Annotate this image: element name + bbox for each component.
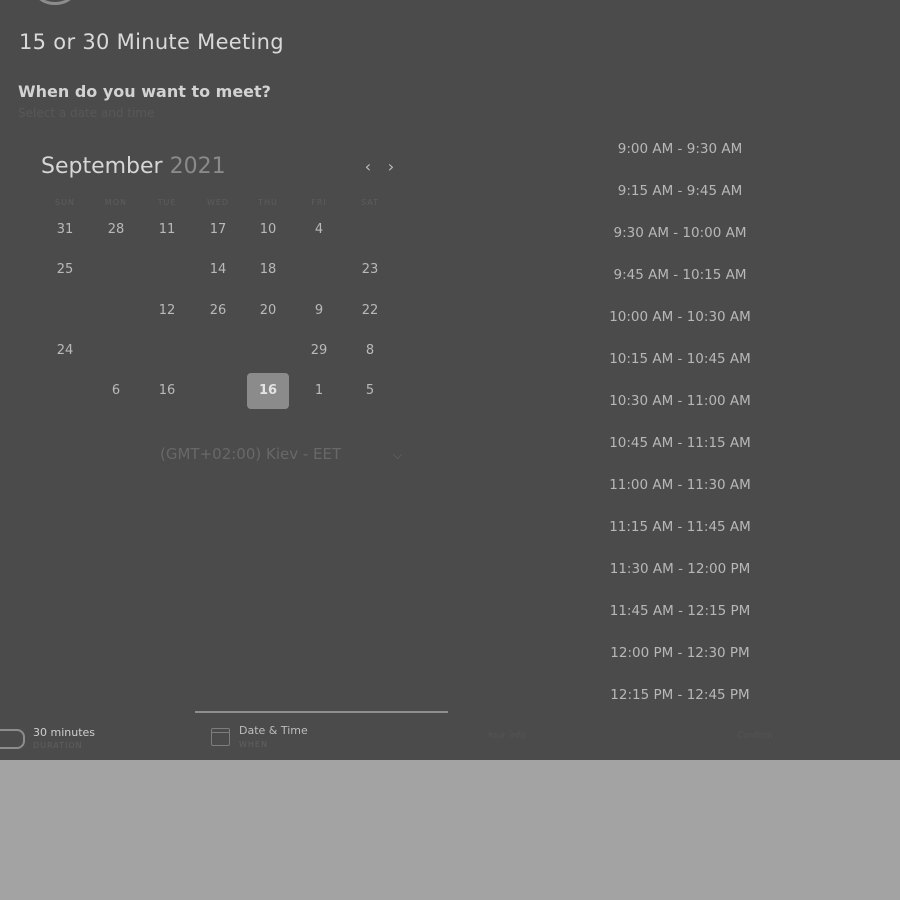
next-month-button[interactable]: › [382, 156, 400, 178]
prev-month-button[interactable]: ‹ [359, 156, 377, 178]
calendar-day[interactable]: 6 [95, 373, 137, 409]
dow-label: WED [206, 198, 230, 207]
confirm-step-label: Confirm [737, 731, 773, 741]
date-time-step-sub: WHEN [239, 740, 268, 749]
time-slot-button[interactable]: 9:45 AM - 10:15 AM [580, 267, 780, 283]
time-slot-button[interactable]: 11:45 AM - 12:15 PM [580, 603, 780, 619]
calendar-day-selected[interactable]: 16 [247, 373, 289, 409]
date-time-step-label[interactable]: Date & Time [239, 724, 308, 737]
chevron-left-icon: ‹ [364, 157, 372, 176]
calendar-day[interactable] [95, 333, 137, 369]
calendar-day[interactable]: 4 [298, 212, 340, 248]
time-slot-button[interactable]: 10:00 AM - 10:30 AM [580, 309, 780, 325]
chevron-down-icon[interactable]: ⌵ [393, 448, 402, 463]
dow-label: FRI [311, 198, 327, 207]
time-slot-button[interactable]: 11:30 AM - 12:00 PM [580, 561, 780, 577]
duration-step-label[interactable]: 30 minutes [33, 726, 95, 739]
dow-label: TUE [157, 198, 177, 207]
dow-label: SUN [55, 198, 75, 207]
calendar-day[interactable]: 20 [247, 293, 289, 329]
calendar-day[interactable] [197, 373, 239, 409]
calendar-day[interactable]: 5 [349, 373, 391, 409]
calendar-day[interactable] [349, 212, 391, 248]
calendar-day[interactable]: 25 [44, 252, 86, 288]
active-step-indicator [195, 711, 448, 713]
time-slot-button[interactable]: 9:15 AM - 9:45 AM [580, 183, 780, 199]
calendar-day[interactable] [197, 333, 239, 369]
calendar-day[interactable]: 23 [349, 252, 391, 288]
month-label: September [41, 154, 163, 179]
calendar-day[interactable]: 29 [298, 333, 340, 369]
calendar-day[interactable]: 14 [197, 252, 239, 288]
dow-label: THU [258, 198, 278, 207]
duration-step-sub: DURATION [33, 741, 83, 750]
info-step-label: Your info [487, 731, 526, 741]
calendar-day[interactable]: 9 [298, 293, 340, 329]
time-slot-button[interactable]: 12:00 PM - 12:30 PM [580, 645, 780, 661]
time-slot-button[interactable]: 9:00 AM - 9:30 AM [580, 141, 780, 157]
logo-icon [30, 0, 80, 5]
calendar-day[interactable]: 16 [146, 373, 188, 409]
time-slot-button[interactable]: 11:15 AM - 11:45 AM [580, 519, 780, 535]
calendar-day[interactable]: 1 [298, 373, 340, 409]
calendar-day[interactable]: 11 [146, 212, 188, 248]
calendar-icon [211, 728, 230, 746]
calendar-day[interactable]: 17 [197, 212, 239, 248]
calendar-day[interactable] [146, 333, 188, 369]
time-slot-button[interactable]: 10:30 AM - 11:00 AM [580, 393, 780, 409]
chevron-right-icon: › [387, 157, 395, 176]
year-label: 2021 [169, 154, 226, 179]
calendar-day[interactable] [146, 252, 188, 288]
time-slot-button[interactable]: 11:00 AM - 11:30 AM [580, 477, 780, 493]
time-slot-button[interactable]: 10:45 AM - 11:15 AM [580, 435, 780, 451]
calendar-day[interactable] [44, 293, 86, 329]
duration-step-icon [0, 729, 25, 749]
calendar-day[interactable]: 28 [95, 212, 137, 248]
time-slot-button[interactable]: 10:15 AM - 10:45 AM [580, 351, 780, 367]
page-title: 15 or 30 Minute Meeting [19, 30, 284, 54]
subtitle-text: Select a date and time [18, 106, 155, 120]
calendar-day[interactable]: 31 [44, 212, 86, 248]
calendar-day[interactable] [247, 333, 289, 369]
timezone-select[interactable]: (GMT+02:00) Kiev - EET [160, 445, 341, 463]
dow-label: MON [104, 198, 128, 207]
calendar-day[interactable]: 10 [247, 212, 289, 248]
calendar-day[interactable]: 24 [44, 333, 86, 369]
calendar-day[interactable]: 12 [146, 293, 188, 329]
calendar-day[interactable] [95, 293, 137, 329]
calendar-day[interactable]: 18 [247, 252, 289, 288]
time-slot-button[interactable]: 12:15 PM - 12:45 PM [580, 687, 780, 703]
calendar-day[interactable]: 8 [349, 333, 391, 369]
month-year-label: September 2021 [41, 154, 226, 179]
calendar-day[interactable]: 26 [197, 293, 239, 329]
calendar-day[interactable]: 22 [349, 293, 391, 329]
question-heading: When do you want to meet? [18, 82, 271, 101]
dow-label: SAT [361, 198, 379, 207]
calendar-day[interactable] [95, 252, 137, 288]
time-slot-button[interactable]: 9:30 AM - 10:00 AM [580, 225, 780, 241]
scheduler-panel: 15 or 30 Minute Meeting When do you want… [0, 0, 900, 760]
calendar-day[interactable] [44, 373, 86, 409]
calendar-day[interactable] [298, 252, 340, 288]
